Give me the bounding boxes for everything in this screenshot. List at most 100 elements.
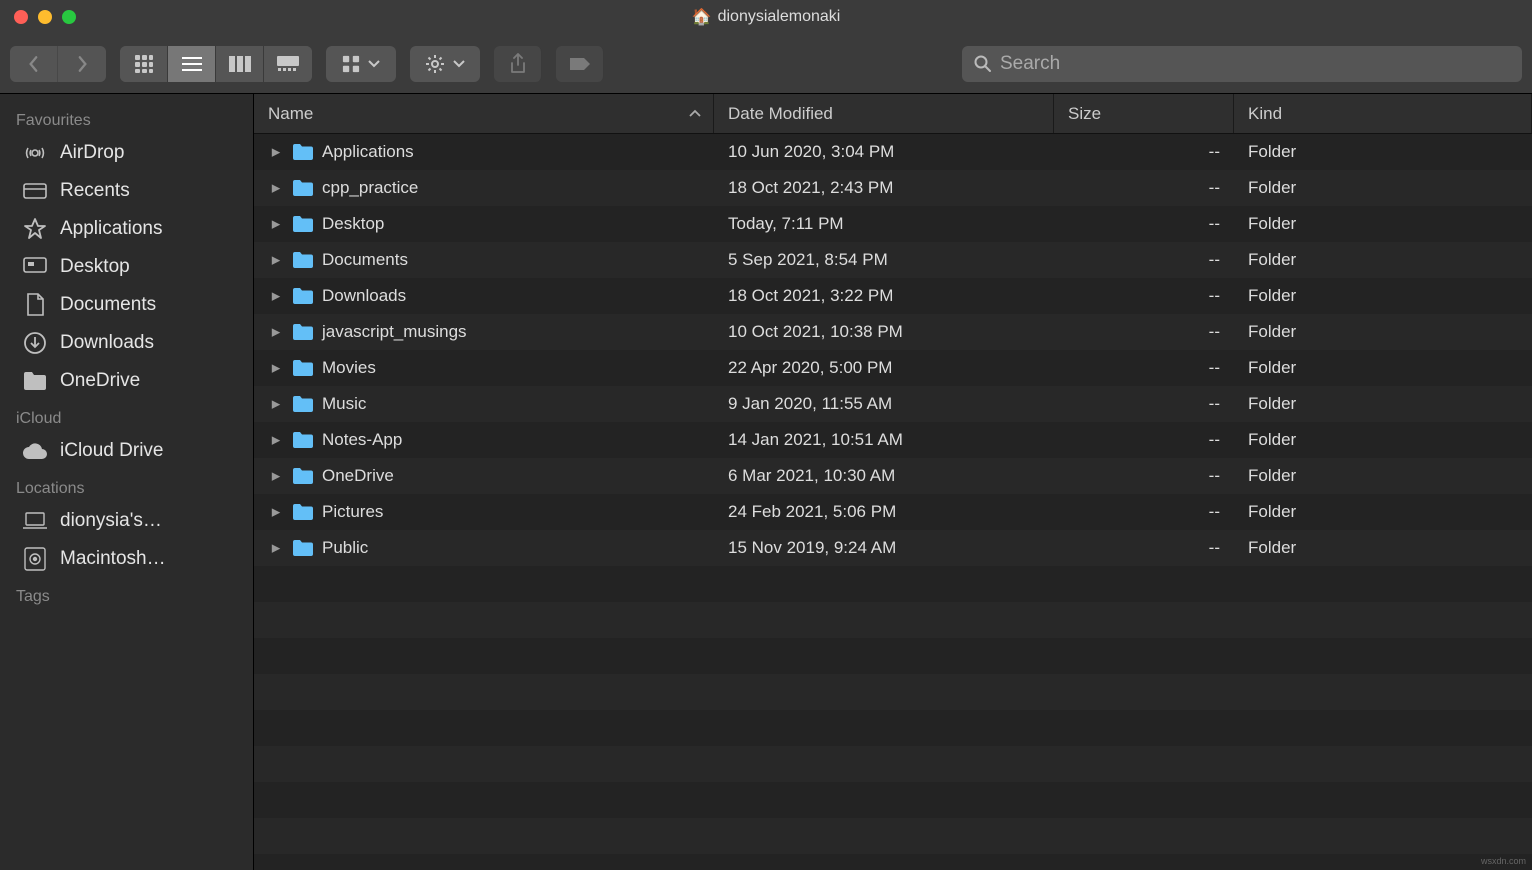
- disclosure-triangle-icon[interactable]: ▸: [268, 394, 284, 414]
- folder-icon: [292, 503, 314, 521]
- sidebar-item-dionysia-s-[interactable]: dionysia's…: [0, 502, 253, 540]
- file-size: --: [1209, 430, 1220, 450]
- file-size: --: [1209, 178, 1220, 198]
- disclosure-triangle-icon[interactable]: ▸: [268, 502, 284, 522]
- table-row[interactable]: ▸javascript_musings10 Oct 2021, 10:38 PM…: [254, 314, 1532, 350]
- folder-icon: [292, 287, 314, 305]
- file-name: Desktop: [322, 214, 384, 234]
- forward-button[interactable]: [58, 46, 106, 82]
- disclosure-triangle-icon[interactable]: ▸: [268, 538, 284, 558]
- table-row[interactable]: ▸Pictures24 Feb 2021, 5:06 PM--Folder: [254, 494, 1532, 530]
- sidebar-item-documents[interactable]: Documents: [0, 286, 253, 324]
- file-date: 18 Oct 2021, 3:22 PM: [728, 286, 893, 306]
- table-row[interactable]: ▸DesktopToday, 7:11 PM--Folder: [254, 206, 1532, 242]
- disclosure-triangle-icon[interactable]: ▸: [268, 214, 284, 234]
- window-title-text: dionysialemonaki: [718, 8, 841, 26]
- documents-icon: [22, 292, 48, 318]
- chevron-left-icon: [27, 55, 41, 73]
- nav-group: [10, 46, 106, 82]
- table-row[interactable]: ▸Notes-App14 Jan 2021, 10:51 AM--Folder: [254, 422, 1532, 458]
- sidebar-item-macintosh-[interactable]: Macintosh…: [0, 540, 253, 578]
- folder-icon: [292, 251, 314, 269]
- disclosure-triangle-icon[interactable]: ▸: [268, 466, 284, 486]
- column-view-button[interactable]: [216, 46, 264, 82]
- file-date: 15 Nov 2019, 9:24 AM: [728, 538, 896, 558]
- disclosure-triangle-icon[interactable]: ▸: [268, 178, 284, 198]
- gallery-view-button[interactable]: [264, 46, 312, 82]
- sidebar-item-airdrop[interactable]: AirDrop: [0, 134, 253, 172]
- tags-button[interactable]: [556, 46, 604, 82]
- file-size: --: [1209, 142, 1220, 162]
- table-row[interactable]: ▸Applications10 Jun 2020, 3:04 PM--Folde…: [254, 134, 1532, 170]
- disclosure-triangle-icon[interactable]: ▸: [268, 322, 284, 342]
- icon-view-button[interactable]: [120, 46, 168, 82]
- sidebar-heading: Favourites: [0, 102, 253, 134]
- sidebar-item-label: dionysia's…: [60, 510, 162, 532]
- list-icon: [182, 56, 202, 72]
- folder-icon: [292, 431, 314, 449]
- sidebar-item-recents[interactable]: Recents: [0, 172, 253, 210]
- file-size: --: [1209, 286, 1220, 306]
- table-row[interactable]: ▸Public15 Nov 2019, 9:24 AM--Folder: [254, 530, 1532, 566]
- file-kind: Folder: [1248, 538, 1296, 558]
- list-view-button[interactable]: [168, 46, 216, 82]
- sidebar-item-downloads[interactable]: Downloads: [0, 324, 253, 362]
- back-button[interactable]: [10, 46, 58, 82]
- file-size: --: [1209, 538, 1220, 558]
- column-header-date[interactable]: Date Modified: [714, 94, 1054, 133]
- search-input[interactable]: [1000, 53, 1510, 75]
- minimize-button[interactable]: [38, 10, 52, 24]
- column-label: Kind: [1248, 104, 1282, 124]
- sidebar-item-icloud-drive[interactable]: iCloud Drive: [0, 432, 253, 470]
- sidebar-item-desktop[interactable]: Desktop: [0, 248, 253, 286]
- toolbar: [0, 34, 1532, 94]
- titlebar: 🏠 dionysialemonaki: [0, 0, 1532, 34]
- column-header-name[interactable]: Name: [254, 94, 714, 133]
- file-date: Today, 7:11 PM: [728, 214, 844, 234]
- disclosure-triangle-icon[interactable]: ▸: [268, 286, 284, 306]
- desktop-icon: [22, 254, 48, 280]
- column-header-kind[interactable]: Kind: [1234, 94, 1532, 133]
- file-name: Documents: [322, 250, 408, 270]
- file-pane: Name Date Modified Size Kind ▸Applicatio…: [254, 94, 1532, 870]
- maximize-button[interactable]: [62, 10, 76, 24]
- search-field[interactable]: [962, 46, 1522, 82]
- column-header-size[interactable]: Size: [1054, 94, 1234, 133]
- sidebar-item-label: Documents: [60, 294, 156, 316]
- table-row[interactable]: ▸cpp_practice18 Oct 2021, 2:43 PM--Folde…: [254, 170, 1532, 206]
- table-row[interactable]: ▸Music9 Jan 2020, 11:55 AM--Folder: [254, 386, 1532, 422]
- folder-icon: [292, 323, 314, 341]
- action-button[interactable]: [410, 46, 480, 82]
- file-size: --: [1209, 250, 1220, 270]
- disclosure-triangle-icon[interactable]: ▸: [268, 358, 284, 378]
- table-row[interactable]: ▸Movies22 Apr 2020, 5:00 PM--Folder: [254, 350, 1532, 386]
- table-row[interactable]: ▸Documents5 Sep 2021, 8:54 PM--Folder: [254, 242, 1532, 278]
- share-button[interactable]: [494, 46, 542, 82]
- file-kind: Folder: [1248, 250, 1296, 270]
- table-row[interactable]: ▸OneDrive6 Mar 2021, 10:30 AM--Folder: [254, 458, 1532, 494]
- disclosure-triangle-icon[interactable]: ▸: [268, 430, 284, 450]
- disclosure-triangle-icon[interactable]: ▸: [268, 142, 284, 162]
- sidebar[interactable]: FavouritesAirDropRecentsApplicationsDesk…: [0, 94, 254, 870]
- file-name: cpp_practice: [322, 178, 418, 198]
- file-size: --: [1209, 358, 1220, 378]
- disclosure-triangle-icon[interactable]: ▸: [268, 250, 284, 270]
- sidebar-item-onedrive[interactable]: OneDrive: [0, 362, 253, 400]
- sidebar-item-label: iCloud Drive: [60, 440, 163, 462]
- file-list[interactable]: ▸Applications10 Jun 2020, 3:04 PM--Folde…: [254, 134, 1532, 870]
- file-date: 22 Apr 2020, 5:00 PM: [728, 358, 892, 378]
- sidebar-item-label: Macintosh…: [60, 548, 166, 570]
- column-label: Date Modified: [728, 104, 833, 124]
- file-kind: Folder: [1248, 466, 1296, 486]
- folder-icon: [22, 368, 48, 394]
- close-button[interactable]: [14, 10, 28, 24]
- folder-icon: [292, 179, 314, 197]
- file-date: 14 Jan 2021, 10:51 AM: [728, 430, 903, 450]
- sidebar-item-applications[interactable]: Applications: [0, 210, 253, 248]
- window-controls: [14, 10, 76, 24]
- arrange-group: [326, 46, 396, 82]
- table-row[interactable]: ▸Downloads18 Oct 2021, 3:22 PM--Folder: [254, 278, 1532, 314]
- file-size: --: [1209, 214, 1220, 234]
- arrange-button[interactable]: [326, 46, 396, 82]
- file-kind: Folder: [1248, 394, 1296, 414]
